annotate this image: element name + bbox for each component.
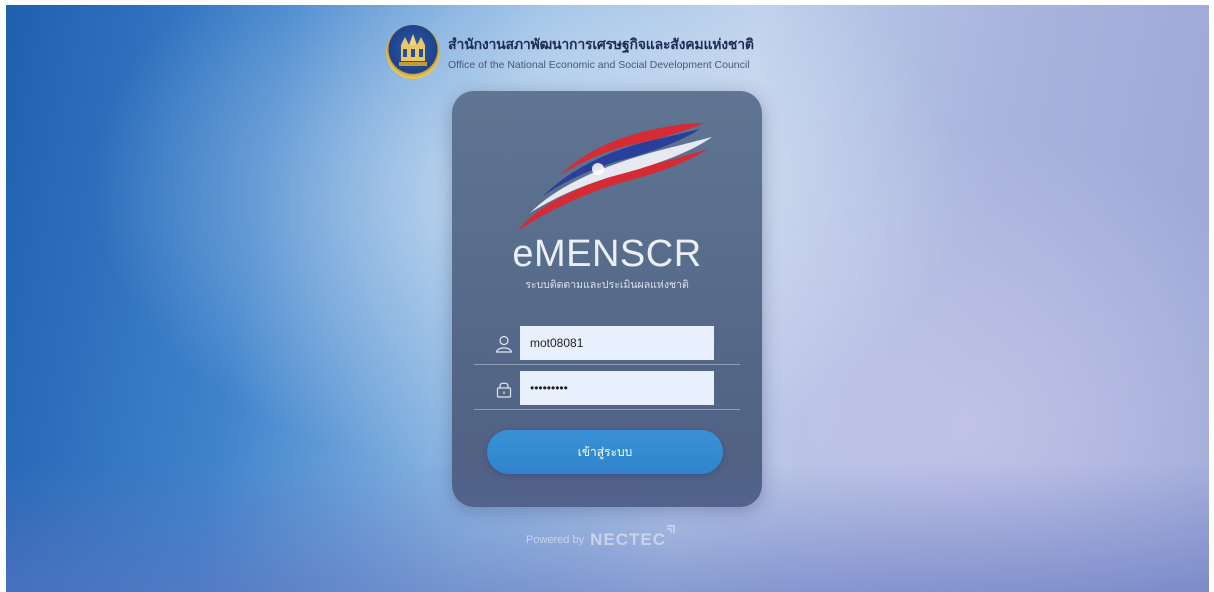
emenscr-flag-logo: [518, 123, 712, 231]
powered-by-text: Powered by: [526, 534, 585, 546]
nectec-mark-icon: [667, 525, 675, 533]
username-input[interactable]: [520, 326, 714, 360]
app-subtitle: ระบบติดตามและประเมินผลแห่งชาติ: [525, 279, 689, 291]
username-row: [474, 326, 740, 365]
password-input[interactable]: [520, 371, 714, 405]
username-underline: [474, 364, 740, 365]
lock-icon: [496, 382, 512, 398]
org-name-english: Office of the National Economic and Soci…: [448, 58, 750, 71]
nesdc-seal-icon: [386, 25, 440, 79]
org-header: สำนักงานสภาพัฒนาการเศรษฐกิจและสังคมแห่งช…: [386, 23, 846, 81]
password-row: [474, 371, 740, 410]
nectec-text: NECTEC: [590, 530, 666, 549]
org-name-thai: สำนักงานสภาพัฒนาการเศรษฐกิจและสังคมแห่งช…: [448, 36, 754, 53]
password-underline: [474, 409, 740, 410]
user-icon: [495, 335, 513, 353]
login-button[interactable]: เข้าสู่ระบบ: [487, 430, 723, 474]
powered-by: Powered by NECTEC: [526, 525, 706, 553]
login-screen: สำนักงานสภาพัฒนาการเศรษฐกิจและสังคมแห่งช…: [6, 5, 1209, 592]
nectec-logo: NECTEC: [590, 525, 675, 550]
login-card: eMENSCR ระบบติดตามและประเมินผลแห่งชาติ เ…: [452, 91, 762, 507]
app-name: eMENSCR: [512, 233, 702, 275]
